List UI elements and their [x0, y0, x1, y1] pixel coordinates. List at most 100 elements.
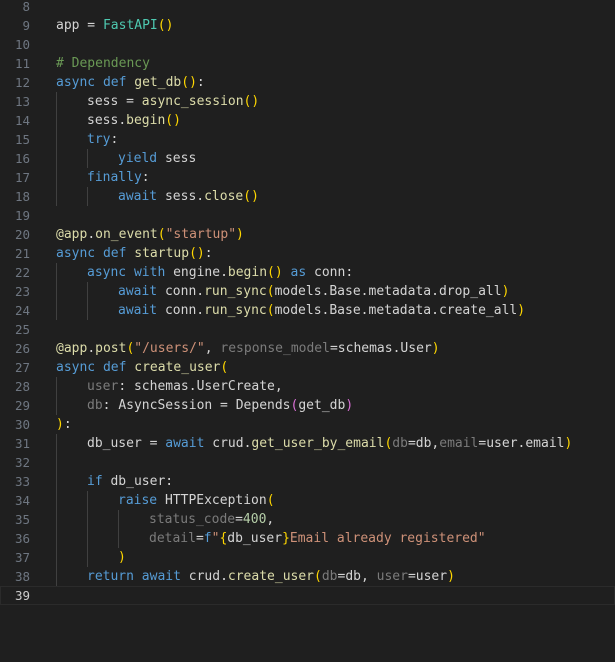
code-token: engine	[165, 265, 221, 280]
indent-guide	[56, 168, 57, 187]
code-line[interactable]: 14 sess.begin()	[0, 111, 615, 130]
code-token: response_model	[220, 341, 330, 356]
code-line[interactable]: 10	[0, 35, 615, 54]
code-line[interactable]: 30):	[0, 415, 615, 434]
code-token: :	[102, 398, 119, 413]
code-token: User	[400, 341, 432, 356]
code-token: .	[188, 379, 197, 394]
code-line[interactable]: 16 yield sess	[0, 149, 615, 168]
code-line[interactable]: 27 async def create_user(	[0, 358, 615, 377]
code-token: AsyncSession	[118, 398, 213, 413]
code-token: user	[415, 569, 448, 584]
indent-guide	[56, 130, 57, 149]
code-text: detail=f"{db_user}Email already register…	[149, 529, 486, 548]
code-token: on_event	[95, 227, 158, 242]
code-line[interactable]: 12 async def get_db():	[0, 73, 615, 92]
code-line[interactable]: 37)	[0, 548, 615, 567]
code-token: (	[157, 227, 166, 242]
code-token: sess	[87, 113, 119, 128]
code-token: yield	[118, 151, 158, 166]
code-line[interactable]: 32	[0, 453, 615, 472]
code-token: db_user	[87, 436, 142, 451]
code-line[interactable]: 24 await conn.run_sync(models.Base.metada…	[0, 301, 615, 320]
code-line[interactable]: 38 return await crud.create_user(db=db, u…	[0, 567, 615, 586]
code-token: =	[212, 398, 236, 413]
indent-guide	[56, 263, 57, 282]
code-line[interactable]: 33 if db_user:	[0, 472, 615, 491]
code-line[interactable]: 13 sess = async_session()	[0, 92, 615, 111]
code-text: await conn.run_sync(models.Base.metadata…	[118, 301, 525, 320]
indent-guide	[118, 529, 119, 548]
code-token: async	[56, 360, 96, 375]
code-token: .	[360, 303, 369, 318]
line-number: 9	[22, 18, 30, 33]
code-token: metadata	[368, 303, 432, 318]
code-text: return await crud.create_user(db=db, use…	[87, 567, 455, 586]
code-line[interactable]: 22 async with engine.begin() as conn:	[0, 263, 615, 282]
code-token: with	[133, 265, 166, 280]
code-token: Email already registered"	[289, 531, 486, 546]
indent-guide	[87, 548, 88, 567]
code-token: conn	[157, 284, 197, 299]
line-number: 30	[14, 417, 30, 432]
code-token: )	[236, 227, 244, 242]
code-editor[interactable]: 8 9 app = FastAPI() 10 11 # Dependency 12 async…	[0, 0, 615, 662]
code-token: as	[290, 265, 307, 280]
code-line[interactable]: 25	[0, 320, 615, 339]
code-line[interactable]: 23 await conn.run_sync(models.Base.metada…	[0, 282, 615, 301]
code-line[interactable]: 39	[0, 586, 615, 605]
code-token: async	[87, 265, 127, 280]
code-line[interactable]: 8	[0, 0, 615, 16]
indent-guide	[56, 377, 57, 396]
code-line[interactable]: 34 raise HTTPException(	[0, 491, 615, 510]
line-number: 14	[14, 113, 30, 128]
code-line[interactable]: 29 db: AsyncSession = Depends(get_db)	[0, 396, 615, 415]
code-line[interactable]: 11 # Dependency	[0, 54, 615, 73]
line-number: 32	[14, 455, 30, 470]
code-token: post	[95, 341, 127, 356]
code-token: )	[345, 398, 354, 413]
code-text: @app.post("/users/", response_model=sche…	[56, 339, 440, 358]
code-text: async def get_db():	[56, 73, 205, 92]
code-token: ()	[189, 246, 205, 261]
code-token: )	[501, 284, 510, 299]
code-token: email	[525, 436, 565, 451]
code-text: raise HTTPException(	[118, 491, 275, 510]
code-token: "/users/"	[134, 341, 205, 356]
code-line[interactable]: 20 @app.on_event("startup")	[0, 225, 615, 244]
code-line[interactable]: 31 db_user = await crud.get_user_by_email…	[0, 434, 615, 453]
code-token: db	[415, 436, 432, 451]
line-number: 34	[14, 493, 30, 508]
indent-guide	[87, 187, 88, 206]
code-line[interactable]: 28 user: schemas.UserCreate,	[0, 377, 615, 396]
code-token: await	[118, 189, 158, 204]
code-token: sess	[157, 151, 197, 166]
code-token: run_sync	[204, 284, 267, 299]
code-token: models	[274, 303, 322, 318]
code-token: run_sync	[204, 303, 267, 318]
code-token: create_user	[134, 360, 221, 375]
code-token: .	[87, 341, 96, 356]
code-line[interactable]: 35 status_code=400,	[0, 510, 615, 529]
code-text: db: AsyncSession = Depends(get_db)	[87, 396, 353, 415]
code-line[interactable]: 19	[0, 206, 615, 225]
code-token: @app	[56, 227, 88, 242]
code-line[interactable]: 21 async def startup():	[0, 244, 615, 263]
code-token: .	[196, 303, 205, 318]
code-line[interactable]: 26 @app.post("/users/", response_model=sc…	[0, 339, 615, 358]
line-number: 17	[14, 170, 30, 185]
code-line[interactable]: 17 finally:	[0, 168, 615, 187]
code-token: sess	[87, 94, 119, 109]
code-token: ,	[266, 512, 275, 527]
code-token: conn	[157, 303, 197, 318]
code-line[interactable]: 9 app = FastAPI()	[0, 16, 615, 35]
code-token: db	[321, 569, 338, 584]
code-line[interactable]: 18 await sess.close()	[0, 187, 615, 206]
code-token: try	[87, 132, 111, 147]
code-line[interactable]: 15 try:	[0, 130, 615, 149]
code-token: =	[329, 341, 338, 356]
code-token: await	[141, 569, 181, 584]
indent-guide	[56, 453, 57, 472]
code-line[interactable]: 36 detail=f"{db_user}Email already regist…	[0, 529, 615, 548]
